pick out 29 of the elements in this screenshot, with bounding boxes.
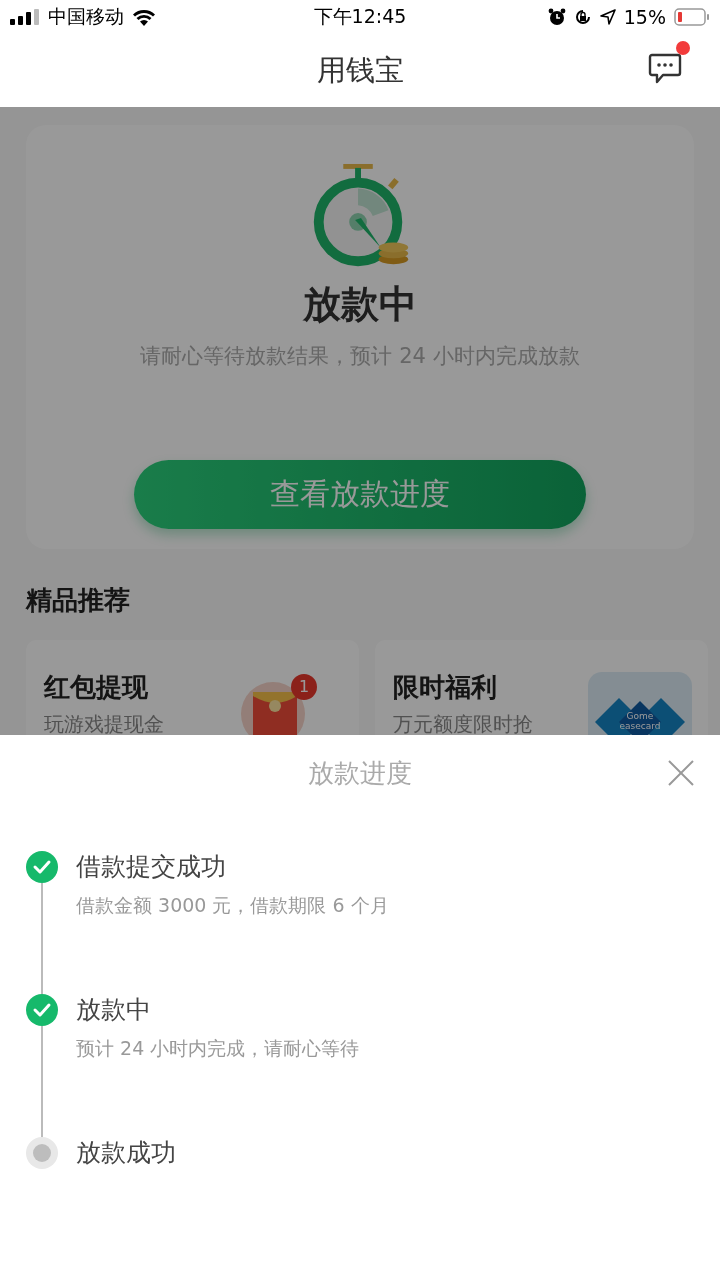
- step-title: 借款提交成功: [76, 851, 227, 883]
- battery-percent: 15%: [623, 6, 666, 29]
- promo-title: 限时福利: [393, 670, 498, 704]
- status-title: 放款中: [303, 280, 417, 328]
- wifi-icon: [132, 8, 156, 27]
- dim-overlay[interactable]: [0, 106, 720, 735]
- promo-card[interactable]: 红包提现 玩游戏提现金 1: [26, 639, 359, 735]
- rotation-lock-icon: [573, 8, 592, 27]
- promo-subtitle: 万元额度限时抢: [393, 710, 533, 735]
- page-title: 用钱宝: [316, 51, 404, 89]
- close-icon[interactable]: [668, 760, 694, 786]
- step-title: 放款中: [76, 994, 152, 1026]
- clock-time: 下午12:45: [312, 4, 408, 30]
- message-icon[interactable]: [648, 52, 682, 85]
- step-detail: 预计 24 小时内完成，请耐心等待: [76, 1036, 360, 1061]
- alarm-icon: [547, 8, 566, 27]
- promo-card[interactable]: 限时福利 万元额度限时抢 Gome easecard: [375, 639, 708, 735]
- carrier-name: 中国移动: [48, 4, 124, 30]
- step-detail: 借款金额 3000 元，借款期限 6 个月: [76, 893, 389, 918]
- notification-badge: 1: [291, 673, 317, 700]
- promo-title: 红包提现: [44, 670, 149, 704]
- promo-subtitle: 玩游戏提现金: [44, 710, 164, 735]
- sheet-title: 放款进度: [308, 756, 412, 790]
- section-heading: 精品推荐: [26, 583, 131, 617]
- step-title: 放款成功: [76, 1137, 176, 1169]
- battery-icon: [674, 8, 710, 27]
- card-logo: Gome easecard: [588, 671, 692, 735]
- location-arrow-icon: [599, 9, 616, 26]
- signal-icon: [10, 9, 40, 26]
